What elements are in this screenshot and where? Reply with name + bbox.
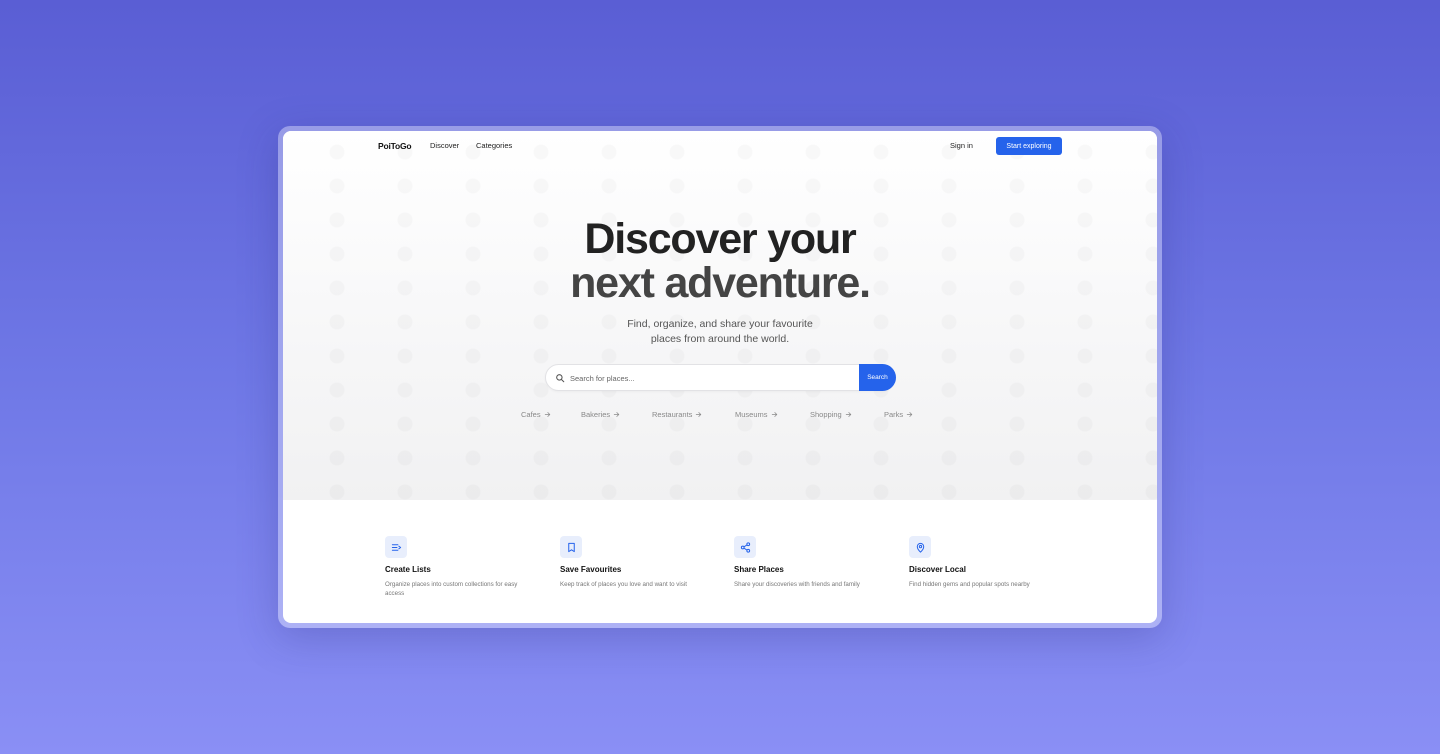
nav-link-categories[interactable]: Categories bbox=[476, 141, 512, 150]
subtitle-line-2: places from around the world. bbox=[650, 333, 790, 345]
search-icon bbox=[556, 374, 565, 383]
category-links: Cafes Bakeries Restaurants Museums Shopp… bbox=[283, 410, 1157, 422]
list-icon bbox=[391, 543, 401, 551]
feature-discover-local: Discover Local Find hidden gems and popu… bbox=[909, 536, 1069, 589]
feature-icon-badge bbox=[909, 536, 931, 558]
hero-headline: Discover your next adventure. bbox=[283, 217, 1157, 305]
feature-description: Organize places into custom collections … bbox=[385, 581, 518, 597]
feature-save-favourites: Save Favourites Keep track of places you… bbox=[560, 536, 720, 589]
top-nav: PoiToGo Discover Categories Sign in Star… bbox=[283, 131, 1157, 161]
category-label: Parks bbox=[884, 410, 904, 419]
category-link-museums[interactable]: Museums bbox=[735, 410, 778, 419]
bookmark-icon bbox=[567, 542, 575, 552]
category-link-cafes[interactable]: Cafes bbox=[521, 410, 551, 419]
feature-icon-badge bbox=[385, 536, 407, 558]
headline-line-2: next adventure. bbox=[570, 259, 871, 307]
category-link-bakeries[interactable]: Bakeries bbox=[581, 410, 620, 419]
sign-in-link[interactable]: Sign in bbox=[950, 141, 973, 150]
feature-title: Create Lists bbox=[385, 565, 431, 574]
search-bar: Search bbox=[545, 364, 896, 391]
browser-window: PoiToGo Discover Categories Sign in Star… bbox=[283, 131, 1157, 623]
share-icon bbox=[740, 541, 750, 553]
category-link-parks[interactable]: Parks bbox=[884, 410, 913, 419]
arrow-right-icon bbox=[613, 412, 620, 417]
start-exploring-button[interactable]: Start exploring bbox=[996, 137, 1062, 155]
feature-title: Discover Local bbox=[909, 565, 966, 574]
arrow-right-icon bbox=[544, 412, 550, 417]
search-input[interactable] bbox=[570, 368, 850, 388]
arrow-right-icon bbox=[845, 412, 851, 417]
feature-title: Share Places bbox=[734, 565, 784, 574]
feature-icon-badge bbox=[734, 536, 756, 558]
headline-line-1: Discover your bbox=[584, 215, 856, 263]
feature-description: Keep track of places you love and want t… bbox=[560, 581, 687, 588]
nav-link-discover[interactable]: Discover bbox=[430, 141, 459, 150]
category-label: Cafes bbox=[521, 410, 541, 419]
category-label: Bakeries bbox=[581, 410, 611, 419]
feature-create-lists: Create Lists Organize places into custom… bbox=[385, 536, 545, 598]
category-label: Shopping bbox=[810, 410, 842, 419]
feature-title: Save Favourites bbox=[560, 565, 622, 574]
map-pin-icon bbox=[916, 542, 924, 553]
feature-icon-badge bbox=[560, 536, 582, 558]
subtitle-line-1: Find, organize, and share your favourite bbox=[627, 318, 813, 330]
feature-share-places: Share Places Share your discoveries with… bbox=[734, 536, 894, 589]
category-label: Restaurants bbox=[652, 410, 693, 419]
feature-description: Find hidden gems and popular spots nearb… bbox=[909, 581, 1030, 588]
arrow-right-icon bbox=[906, 412, 913, 417]
arrow-right-icon bbox=[696, 412, 702, 417]
feature-description: Share your discoveries with friends and … bbox=[734, 581, 860, 588]
category-link-restaurants[interactable]: Restaurants bbox=[652, 410, 702, 419]
category-label: Museums bbox=[735, 410, 768, 419]
hero-subtitle: Find, organize, and share your favourite… bbox=[283, 317, 1157, 347]
hero-pattern bbox=[283, 131, 1157, 500]
search-button[interactable]: Search bbox=[859, 364, 896, 391]
category-link-shopping[interactable]: Shopping bbox=[810, 410, 852, 419]
arrow-right-icon bbox=[771, 412, 777, 417]
logo[interactable]: PoiToGo bbox=[378, 141, 412, 151]
